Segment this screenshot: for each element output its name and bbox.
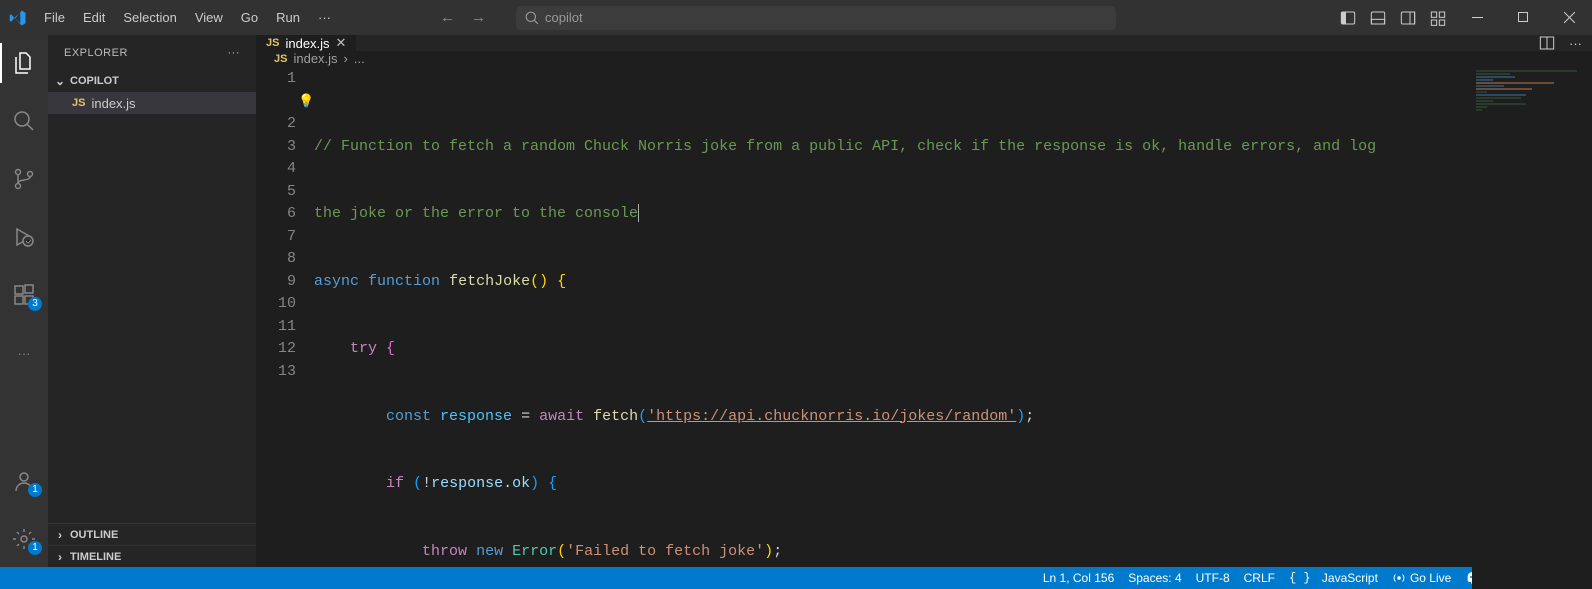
tab-close-icon[interactable]: ✕	[336, 35, 347, 51]
customize-layout-icon[interactable]	[1430, 10, 1446, 26]
code-editor[interactable]: 1 2 3 4 5 6 7 8 9 10 11 12 13 💡 // Funct…	[256, 66, 1592, 589]
file-tree-item[interactable]: JS index.js	[48, 92, 256, 114]
activity-overflow[interactable]: ···	[0, 333, 48, 373]
toggle-primary-sidebar-icon[interactable]	[1340, 10, 1356, 26]
menu-run[interactable]: Run	[267, 0, 309, 35]
nav-back-icon[interactable]: ←	[440, 9, 455, 26]
breadcrumb-rest: ...	[354, 51, 365, 66]
activity-explorer[interactable]	[0, 43, 48, 83]
activity-extensions[interactable]: 3	[0, 275, 48, 315]
activity-run-debug[interactable]	[0, 217, 48, 257]
files-icon	[12, 51, 36, 75]
file-name: index.js	[91, 96, 135, 111]
timeline-label: TIMELINE	[70, 551, 121, 563]
outline-section[interactable]: › OUTLINE	[48, 523, 256, 545]
search-icon	[525, 11, 539, 25]
minimap[interactable]	[1472, 66, 1592, 589]
editor-actions: ···	[1539, 35, 1592, 51]
nav-forward-icon[interactable]: →	[471, 9, 486, 26]
timeline-section[interactable]: › TIMELINE	[48, 545, 256, 567]
activity-bar: 3 ··· 1 1	[0, 35, 48, 567]
nav-buttons: ← →	[440, 9, 486, 26]
accounts-badge: 1	[28, 483, 42, 497]
menu-file[interactable]: File	[35, 0, 74, 35]
sidebar-header: EXPLORER ···	[48, 35, 256, 70]
toggle-panel-icon[interactable]	[1370, 10, 1386, 26]
activity-settings[interactable]: 1	[0, 519, 48, 559]
tab-bar: JS index.js ✕ ···	[256, 35, 1592, 51]
tab-label: index.js	[285, 36, 329, 51]
activity-source-control[interactable]	[0, 159, 48, 199]
menu-overflow[interactable]: ···	[309, 0, 340, 35]
sidebar-more-icon[interactable]: ···	[228, 47, 241, 59]
window-controls	[1454, 0, 1592, 35]
vscode-logo-icon	[0, 9, 35, 27]
sidebar-title: EXPLORER	[64, 47, 128, 59]
activity-accounts[interactable]: 1	[0, 461, 48, 501]
line-gutter: 1 2 3 4 5 6 7 8 9 10 11 12 13	[256, 66, 314, 589]
extensions-badge: 3	[28, 297, 42, 311]
menu-go[interactable]: Go	[232, 0, 267, 35]
folder-root[interactable]: ⌄ COPILOT	[48, 70, 256, 92]
split-editor-icon[interactable]	[1539, 35, 1555, 51]
menu-view[interactable]: View	[186, 0, 232, 35]
title-bar: File Edit Selection View Go Run ··· ← → …	[0, 0, 1592, 35]
command-center-search[interactable]: copilot	[516, 6, 1116, 30]
breadcrumb-file: index.js	[293, 51, 337, 66]
outline-label: OUTLINE	[70, 529, 118, 541]
breadcrumb-sep: ›	[344, 51, 348, 66]
menu-selection[interactable]: Selection	[114, 0, 185, 35]
layout-controls	[1340, 10, 1446, 26]
close-button[interactable]	[1546, 0, 1592, 35]
js-file-icon: JS	[274, 53, 287, 65]
js-file-icon: JS	[266, 37, 279, 49]
menu-edit[interactable]: Edit	[74, 0, 114, 35]
chevron-right-icon: ›	[54, 528, 66, 542]
app-menu: File Edit Selection View Go Run ···	[35, 0, 340, 35]
js-file-icon: JS	[72, 97, 85, 109]
editor-group: JS index.js ✕ ··· JS index.js › ... 1 2 …	[256, 35, 1592, 567]
debug-icon	[12, 225, 36, 249]
settings-badge: 1	[28, 541, 42, 555]
lightbulb-icon[interactable]: 💡	[298, 91, 314, 114]
toggle-secondary-sidebar-icon[interactable]	[1400, 10, 1416, 26]
code-content[interactable]: 💡 // Function to fetch a random Chuck No…	[314, 66, 1472, 589]
folder-root-label: COPILOT	[70, 75, 119, 87]
tab-indexjs[interactable]: JS index.js ✕	[256, 35, 357, 51]
search-icon	[12, 109, 36, 133]
breadcrumb[interactable]: JS index.js › ...	[256, 51, 1592, 66]
search-text: copilot	[545, 10, 583, 25]
git-branch-icon	[12, 167, 36, 191]
editor-more-icon[interactable]: ···	[1569, 36, 1582, 51]
side-bar: EXPLORER ··· ⌄ COPILOT JS index.js › OUT…	[48, 35, 256, 567]
minimize-button[interactable]	[1454, 0, 1500, 35]
chevron-down-icon: ⌄	[54, 74, 66, 88]
activity-search[interactable]	[0, 101, 48, 141]
maximize-button[interactable]	[1500, 0, 1546, 35]
chevron-right-icon: ›	[54, 550, 66, 564]
